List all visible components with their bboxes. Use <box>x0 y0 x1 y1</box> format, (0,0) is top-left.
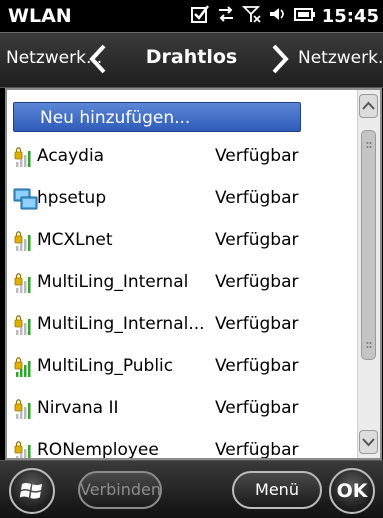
network-name: hpsetup <box>37 188 107 208</box>
ok-button[interactable]: OK <box>329 468 375 514</box>
chevron-right-icon[interactable] <box>270 43 290 79</box>
start-button[interactable] <box>9 468 55 514</box>
network-row[interactable]: MultiLing_Internal... Verfügbar <box>7 305 357 345</box>
scroll-down-button[interactable] <box>359 430 378 454</box>
scrollbar[interactable] <box>357 90 380 458</box>
no-signal-icon <box>241 4 262 30</box>
network-status: Verfügbar <box>215 146 299 166</box>
secured-wifi-icon <box>13 439 39 458</box>
network-row[interactable]: MCXLnet Verfügbar <box>7 221 357 261</box>
tab-next[interactable]: Netzwerk... <box>298 48 383 68</box>
network-row[interactable]: MultiLing_Internal Verfügbar <box>7 263 357 303</box>
network-list-panel: Neu hinzufügen... Acaydia Verfügbar hpset… <box>5 88 382 460</box>
secured-wifi-strong-icon <box>13 355 39 379</box>
network-name: MultiLing_Internal... <box>37 314 205 334</box>
network-row[interactable]: RONemployee Verfügbar <box>7 431 357 460</box>
network-status: Verfügbar <box>215 314 299 334</box>
scroll-up-button[interactable] <box>359 94 378 118</box>
adhoc-network-icon <box>13 187 39 211</box>
network-status: Verfügbar <box>215 398 299 418</box>
status-bar: WLAN 15:45 <box>0 0 383 32</box>
network-name: MultiLing_Internal <box>37 272 189 292</box>
menu-button[interactable]: Menü <box>232 471 322 509</box>
secured-wifi-icon <box>13 271 39 295</box>
network-row[interactable]: Acaydia Verfügbar <box>7 137 357 177</box>
network-status: Verfügbar <box>215 440 299 460</box>
network-status: Verfügbar <box>215 272 299 292</box>
add-network-button[interactable]: Neu hinzufügen... <box>13 102 301 132</box>
windows-logo-icon <box>19 483 42 499</box>
secured-wifi-icon <box>13 397 39 421</box>
connect-button[interactable]: Verbinden <box>78 471 162 509</box>
network-name: Nirvana II <box>37 398 119 418</box>
network-row[interactable]: hpsetup Verfügbar <box>7 179 357 219</box>
network-row[interactable]: MultiLing_Public Verfügbar <box>7 347 357 387</box>
network-name: Acaydia <box>37 146 105 166</box>
network-status: Verfügbar <box>215 188 299 208</box>
network-name: MCXLnet <box>37 230 113 250</box>
scroll-thumb[interactable] <box>361 130 376 360</box>
secured-wifi-icon <box>13 145 39 169</box>
secured-wifi-icon <box>13 313 39 337</box>
bottom-bar: Verbinden Menü OK <box>0 460 383 518</box>
network-row[interactable]: Nirvana II Verfügbar <box>7 389 357 429</box>
app-title: WLAN <box>8 5 72 27</box>
speaker-icon <box>268 4 288 30</box>
battery-icon <box>293 4 316 30</box>
secured-wifi-icon <box>13 229 39 253</box>
data-transfer-icon <box>216 4 236 30</box>
network-name: MultiLing_Public <box>37 356 174 376</box>
network-status: Verfügbar <box>215 356 299 376</box>
checkbox-icon <box>190 4 210 30</box>
clock: 15:45 <box>321 6 379 27</box>
network-status: Verfügbar <box>215 230 299 250</box>
status-icons: 15:45 <box>190 4 379 30</box>
network-name: RONemployee <box>37 440 159 460</box>
tab-header: Netzwerk... Drahtlos Netzwerk... <box>0 32 383 88</box>
